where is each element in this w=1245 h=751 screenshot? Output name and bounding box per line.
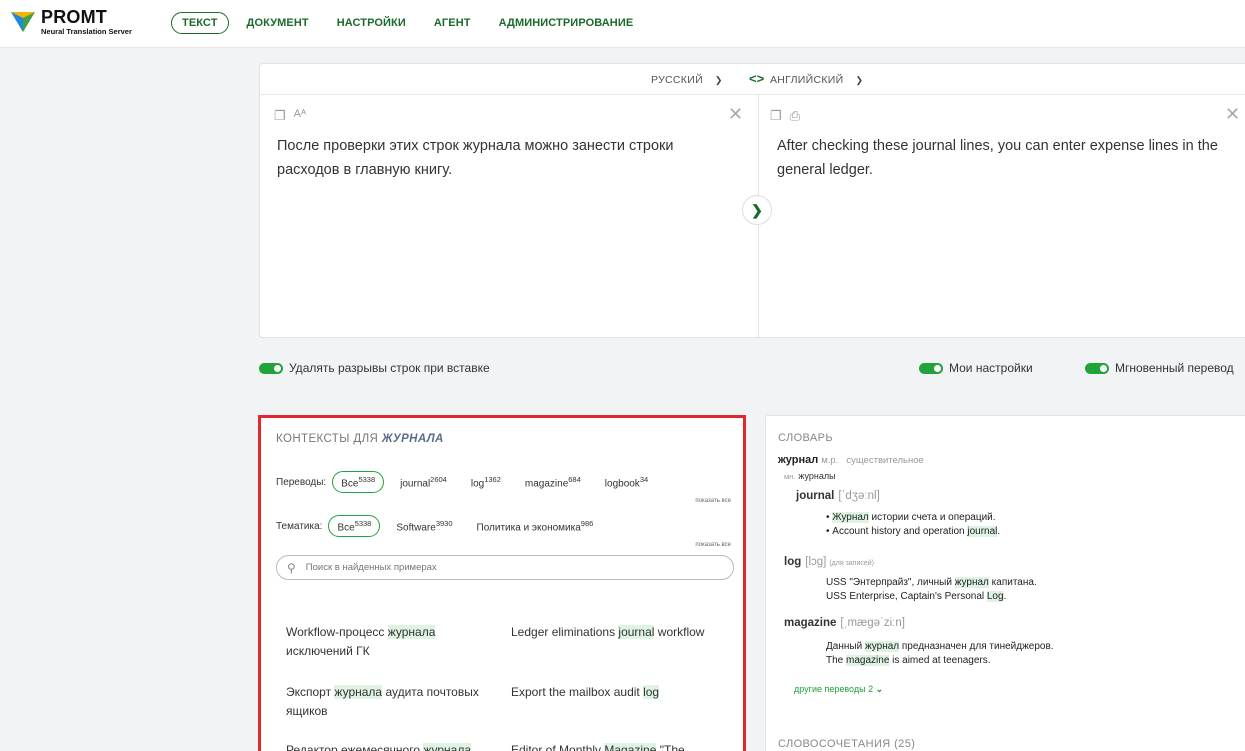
my-settings-label: Мои настройки xyxy=(949,361,1033,375)
show-all-topics-link[interactable]: показать все xyxy=(695,542,731,548)
translation-chip-journal[interactable]: journal2604 xyxy=(400,475,447,489)
example-source: Экспорт журнала аудита почтовых ящиков xyxy=(286,685,479,718)
examples-search-input[interactable] xyxy=(305,562,706,573)
nav-administration[interactable]: АДМИНИСТРИРОВАНИЕ xyxy=(499,17,634,29)
copy-icon[interactable]: ❐ xyxy=(274,108,286,124)
promt-logo[interactable]: PROMT Neural Translation Server xyxy=(11,8,132,36)
search-icon: ⚲ xyxy=(287,560,296,575)
translation-chip-log[interactable]: log1362 xyxy=(471,475,501,489)
contexts-title-word: ЖУРНАЛА xyxy=(381,433,444,445)
language-bar: РУССКИЙ ❯ <> АНГЛИЙСКИЙ ❯ xyxy=(260,64,1245,95)
nav-document[interactable]: ДОКУМЕНТ xyxy=(247,17,309,29)
translation-chip-all[interactable]: Все5338 xyxy=(332,471,385,494)
topic-chip-software[interactable]: Software3930 xyxy=(396,519,452,533)
print-icon[interactable]: ⎙ xyxy=(790,108,800,124)
show-all-translations-link[interactable]: показать все xyxy=(695,498,731,504)
contexts-panel: КОНТЕКСТЫ ДЛЯ ЖУРНАЛА Переводы: Все5338 … xyxy=(258,415,746,751)
translations-label: Переводы: xyxy=(276,476,327,488)
nav-agent[interactable]: АГЕНТ xyxy=(434,17,471,29)
target-language-label: АНГЛИЙСКИЙ xyxy=(770,74,844,86)
translator-panel: РУССКИЙ ❯ <> АНГЛИЙСКИЙ ❯ ❐ Aᴬ ✕ После п… xyxy=(259,63,1245,338)
translation-chip-logbook[interactable]: logbook34 xyxy=(605,475,648,489)
main-nav: ТЕКСТ ДОКУМЕНТ НАСТРОЙКИ АГЕНТ АДМИНИСТР… xyxy=(171,12,661,34)
translate-button[interactable]: ❯ xyxy=(742,195,772,225)
logo-brand: PROMT xyxy=(41,7,107,27)
topics-filter: Тематика: Все5338 Software3930 Политика … xyxy=(276,515,617,538)
target-text-area: After checking these journal lines, you … xyxy=(777,138,1218,178)
dictionary-plural: мн. журналы xyxy=(784,471,836,481)
dictionary-example: Данный журнал предназначен для тинейджер… xyxy=(826,641,1054,666)
source-tools: ❐ Aᴬ xyxy=(274,108,306,124)
my-settings-toggle[interactable]: Мои настройки xyxy=(919,361,1033,375)
dictionary-example: • Журнал истории счета и операций. • Acco… xyxy=(826,512,1001,537)
toggle-switch[interactable] xyxy=(259,362,283,374)
instant-translation-toggle[interactable]: Мгновенный перевод xyxy=(1085,361,1234,375)
swap-languages-icon[interactable]: <> xyxy=(749,71,764,86)
clear-source-icon[interactable]: ✕ xyxy=(728,104,743,125)
promt-logo-icon xyxy=(11,11,35,32)
top-bar: PROMT Neural Translation Server ТЕКСТ ДО… xyxy=(0,0,1245,48)
dictionary-title: СЛОВАРЬ xyxy=(778,432,834,444)
chevron-down-icon: ❯ xyxy=(714,74,723,85)
source-text-area[interactable]: После проверки этих строк журнала можно … xyxy=(277,134,727,182)
logo-subtitle: Neural Translation Server xyxy=(41,27,132,36)
target-language-select[interactable]: АНГЛИЙСКИЙ ❯ xyxy=(770,74,863,86)
translations-filter: Переводы: Все5338 journal2604 log1362 ma… xyxy=(276,471,672,494)
source-language-label: РУССКИЙ xyxy=(651,74,703,86)
topic-chip-all[interactable]: Все5338 xyxy=(328,515,381,538)
more-translations-link[interactable]: другие переводы 2 ⌄ xyxy=(794,684,883,695)
contexts-title: КОНТЕКСТЫ ДЛЯ ЖУРНАЛА xyxy=(276,433,444,445)
translation-chip-magazine[interactable]: magazine684 xyxy=(525,475,581,489)
target-tools: ❐ ⎙ xyxy=(770,108,800,124)
example-target: Ledger eliminations journal workflow xyxy=(511,625,705,639)
dictionary-translation[interactable]: journal [ˈdʒəːnl] xyxy=(796,490,880,502)
phrases-title: СЛОВОСОЧЕТАНИЯ (25) xyxy=(778,738,916,750)
topic-chip-politics-economics[interactable]: Политика и экономика986 xyxy=(477,519,594,533)
dictionary-translation[interactable]: magazine [ˌmægəˈziːn] xyxy=(784,617,905,629)
remove-breaks-label: Удалять разрывы строк при вставке xyxy=(289,361,490,375)
remove-breaks-toggle[interactable]: Удалять разрывы строк при вставке xyxy=(259,361,490,375)
text-size-icon[interactable]: Aᴬ xyxy=(294,108,306,124)
chevron-right-icon: ❯ xyxy=(751,201,763,218)
instant-translation-label: Мгновенный перевод xyxy=(1115,361,1234,375)
example-source: Workflow-процесс журнала исключений ГК xyxy=(286,625,436,658)
dictionary-panel: СЛОВАРЬ журнал м.р. существительное мн. жур… xyxy=(765,415,1245,751)
example-target: Editor of Monthly Magazine "The xyxy=(511,741,736,751)
topics-label: Тематика: xyxy=(276,520,323,532)
nav-text[interactable]: ТЕКСТ xyxy=(171,12,229,34)
copy-icon[interactable]: ❐ xyxy=(770,108,782,124)
nav-settings[interactable]: НАСТРОЙКИ xyxy=(337,17,406,29)
dictionary-translation[interactable]: log [lɔg] (для записей) xyxy=(784,556,874,568)
toggle-switch[interactable] xyxy=(919,362,943,374)
contexts-title-prefix: КОНТЕКСТЫ ДЛЯ xyxy=(276,433,379,445)
toggle-switch[interactable] xyxy=(1085,362,1109,374)
chevron-down-icon: ❯ xyxy=(855,74,864,85)
examples-search[interactable]: ⚲ xyxy=(276,555,734,580)
dictionary-headword: журнал м.р. существительное xyxy=(778,454,924,466)
clear-target-icon[interactable]: ✕ xyxy=(1225,104,1240,125)
source-language-select[interactable]: РУССКИЙ ❯ xyxy=(651,74,723,86)
chevron-down-icon: ⌄ xyxy=(875,684,884,694)
example-source: Редактор ежемесячного журнала xyxy=(286,741,511,751)
example-target: Export the mailbox audit log xyxy=(511,685,660,699)
dictionary-example: USS "Энтерпрайз", личный журнал капитана… xyxy=(826,577,1037,602)
